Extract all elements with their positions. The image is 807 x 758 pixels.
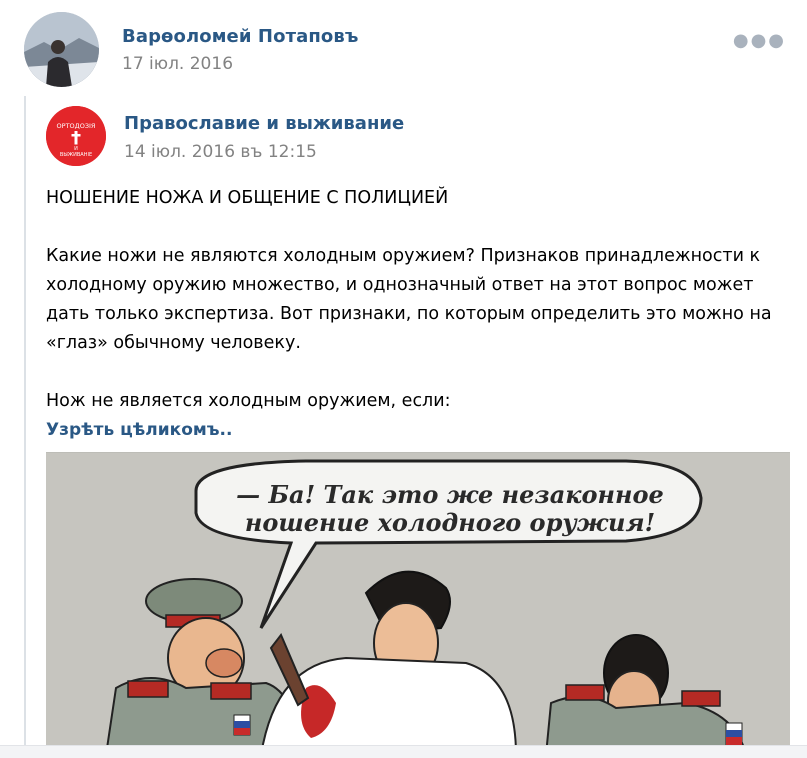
bottom-bar [0, 745, 807, 758]
group-logo-text-top: ОРТОДОЗІЯ [57, 122, 96, 130]
cartoon-illustration: — Ба! Так это же незаконное ношение холо… [46, 453, 790, 755]
author-photo [24, 12, 99, 87]
speech-bubble-line-1: — Ба! Так это же незаконное [236, 480, 664, 509]
post-paragraph-1: Какие ножи не являются холодным оружием?… [46, 246, 772, 353]
post-image[interactable]: — Ба! Так это же незаконное ношение холо… [46, 452, 790, 755]
post-text: НОШЕНИЕ НОЖА И ОБЩЕНИЕ С ПОЛИЦИЕЙ Какие … [46, 184, 781, 445]
repost-block: ОРТОДОЗІЯ И ВЫЖИВАНІЕ Православие и выжи… [24, 96, 796, 757]
post-header: Варѳоломей Потаповъ 17 іюл. 2016 ●●● [24, 12, 794, 88]
more-options-icon[interactable]: ●●● [733, 30, 786, 51]
group-avatar[interactable]: ОРТОДОЗІЯ И ВЫЖИВАНІЕ [46, 106, 106, 166]
author-name[interactable]: Варѳоломей Потаповъ [122, 26, 358, 47]
repost-date[interactable]: 14 іюл. 2016 въ 12:15 [124, 142, 317, 162]
group-logo: ОРТОДОЗІЯ И ВЫЖИВАНІЕ [46, 106, 106, 166]
post-paragraph-2: Нож не является холодным оружием, если: [46, 391, 451, 411]
post-heading: НОШЕНИЕ НОЖА И ОБЩЕНИЕ С ПОЛИЦИЕЙ [46, 188, 449, 208]
group-logo-text-bottom: ВЫЖИВАНІЕ [60, 152, 92, 158]
post-date[interactable]: 17 іюл. 2016 [122, 54, 233, 74]
show-more-link[interactable]: Узрѣть цѣликомъ.. [46, 416, 232, 445]
group-name[interactable]: Православие и выживание [124, 113, 404, 134]
speech-bubble-line-2: ношение холодного оружия! [245, 508, 655, 537]
author-avatar[interactable] [24, 12, 99, 87]
